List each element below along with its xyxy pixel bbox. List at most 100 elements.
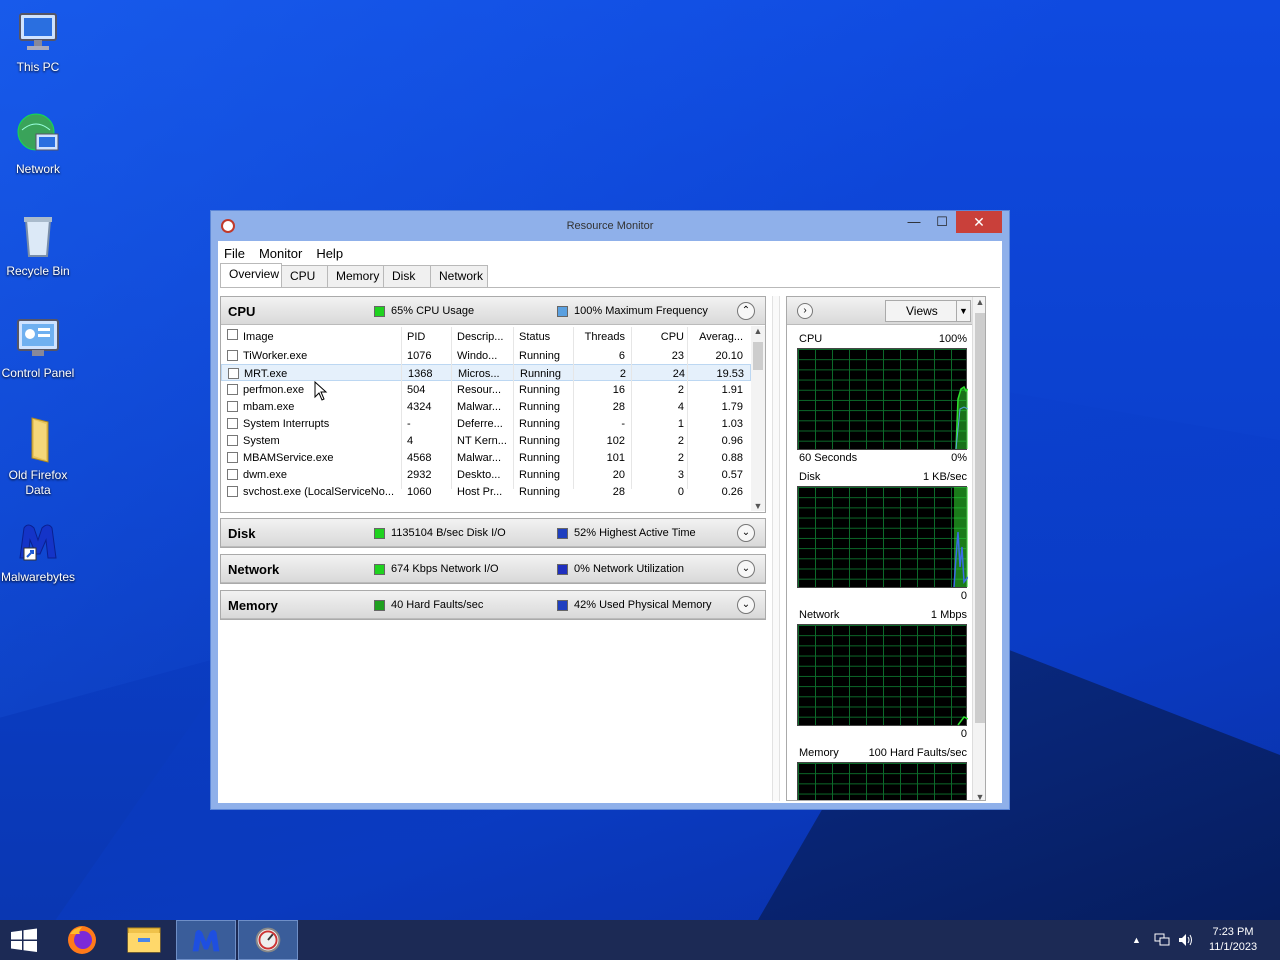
table-row[interactable]: dwm.exe 2932 Deskto... Running 20 3 0.57 (221, 466, 751, 483)
desktop-icon-this-pc[interactable]: This PC (0, 8, 76, 75)
folder-icon (14, 416, 62, 464)
process-checkbox[interactable] (227, 384, 238, 395)
title-bar[interactable]: Resource Monitor — ☐ ✕ (211, 211, 1009, 241)
process-cpu: 2 (677, 384, 684, 396)
process-table-scrollbar[interactable]: ▲ ▼ (751, 326, 765, 511)
table-row[interactable]: MBAMService.exe 4568 Malwar... Running 101 2 0… (221, 449, 751, 466)
expand-chevron-icon[interactable]: ⌄ (737, 560, 755, 578)
minimize-button[interactable]: — (901, 211, 927, 233)
column-header-average-cpu[interactable]: Averag... (691, 331, 743, 343)
process-cpu: 2 (677, 452, 684, 464)
process-image-name: System Interrupts (243, 418, 330, 430)
process-image-name: MRT.exe (244, 368, 288, 380)
dropdown-arrow-icon[interactable]: ▼ (956, 301, 970, 321)
table-row[interactable]: mbam.exe 4324 Malwar... Running 28 4 1.79 (221, 398, 751, 415)
process-description: Resour... (457, 384, 502, 396)
taskbar-firefox[interactable] (52, 920, 112, 960)
process-status: Running (519, 469, 560, 481)
table-row[interactable]: MRT.exe 1368 Micros... Running 2 24 19.53 (221, 364, 751, 381)
process-average-cpu: 0.96 (721, 435, 743, 447)
desktop-icon-malwarebytes[interactable]: Malwarebytes (0, 518, 76, 585)
legend-swatch (374, 563, 385, 575)
process-checkbox[interactable] (227, 469, 238, 480)
recycle-bin-icon (14, 212, 62, 260)
chevron-right-icon[interactable]: › (797, 303, 813, 319)
column-header-pid[interactable]: PID (407, 331, 447, 343)
column-header-cpu[interactable]: CPU (641, 331, 684, 343)
memory-section-header[interactable]: Memory 40 Hard Faults/sec 42% Used Physi… (221, 591, 765, 619)
process-checkbox[interactable] (227, 435, 238, 446)
table-row[interactable]: System 4 NT Kern... Running 102 2 0.96 (221, 432, 751, 449)
process-checkbox[interactable] (227, 401, 238, 412)
network-io-metric: 674 Kbps Network I/O (391, 563, 499, 575)
column-header-description[interactable]: Descrip... (457, 331, 512, 343)
views-dropdown[interactable]: Views ▼ (885, 300, 971, 322)
graphs-scrollbar[interactable]: ▲ ▼ (972, 297, 985, 800)
process-threads: 28 (612, 486, 625, 498)
panel-splitter[interactable] (771, 296, 781, 801)
clock[interactable]: 7:23 PM 11/1/2023 (1203, 925, 1263, 955)
desktop-icon-control-panel[interactable]: Control Panel (0, 314, 76, 381)
show-hidden-icons-icon[interactable]: ▲ (1132, 935, 1141, 945)
tab-disk[interactable]: Disk (383, 265, 431, 287)
start-button[interactable] (0, 920, 48, 960)
tab-memory[interactable]: Memory (327, 265, 384, 287)
tab-overview[interactable]: Overview (220, 263, 282, 287)
legend-swatch (557, 305, 568, 317)
table-row[interactable]: System Interrupts - Deferre... Running - 1 1.0… (221, 415, 751, 432)
taskbar-malwarebytes[interactable] (176, 920, 236, 960)
table-row[interactable]: TiWorker.exe 1076 Windo... Running 6 23 20.10 (221, 347, 751, 364)
process-checkbox[interactable] (227, 486, 238, 497)
process-status: Running (519, 452, 560, 464)
table-row[interactable]: svchost.exe (LocalServiceNo... 1060 Host P… (221, 483, 751, 500)
process-description: NT Kern... (457, 435, 507, 447)
malwarebytes-icon (14, 518, 62, 566)
process-cpu: 2 (677, 435, 684, 447)
table-row[interactable]: perfmon.exe 504 Resour... Running 16 2 1.91 (221, 381, 751, 398)
menu-monitor[interactable]: Monitor (259, 246, 310, 261)
expand-chevron-icon[interactable]: ⌄ (737, 596, 755, 614)
scrollbar-thumb[interactable] (753, 342, 763, 370)
scroll-up-arrow-icon[interactable]: ▲ (973, 297, 985, 307)
tab-network[interactable]: Network (430, 265, 488, 287)
clock-date: 11/1/2023 (1208, 941, 1258, 953)
process-checkbox[interactable] (227, 452, 238, 463)
process-description: Micros... (458, 368, 500, 380)
network-section-header[interactable]: Network 674 Kbps Network I/O 0% Network … (221, 555, 765, 583)
cpu-section-header[interactable]: CPU 65% CPU Usage 100% Maximum Frequency… (221, 297, 765, 325)
process-pid: 4324 (407, 401, 432, 413)
disk-section: Disk 1135104 B/sec Disk I/O 52% Highest … (220, 518, 766, 548)
desktop-icon-label: Malwarebytes (0, 570, 76, 584)
tab-cpu[interactable]: CPU (281, 265, 328, 287)
desktop-icon-recycle-bin[interactable]: Recycle Bin (0, 212, 76, 279)
menu-help[interactable]: Help (316, 246, 351, 261)
process-checkbox[interactable] (227, 418, 238, 429)
process-image-name: mbam.exe (243, 401, 295, 413)
maximize-button[interactable]: ☐ (929, 211, 955, 233)
column-header-status[interactable]: Status (519, 331, 579, 343)
select-all-checkbox[interactable] (227, 329, 238, 340)
taskbar-resource-monitor[interactable] (238, 920, 298, 960)
volume-icon[interactable] (1178, 933, 1194, 950)
process-checkbox[interactable] (228, 368, 239, 379)
close-button[interactable]: ✕ (956, 211, 1002, 233)
column-header-threads[interactable]: Threads (571, 331, 625, 343)
scroll-down-arrow-icon[interactable]: ▼ (751, 501, 765, 511)
desktop-icon-old-firefox-data[interactable]: Old Firefox Data (0, 416, 76, 498)
taskbar-file-explorer[interactable] (114, 920, 174, 960)
collapse-chevron-icon[interactable]: ⌃ (737, 302, 755, 320)
menu-file[interactable]: File (224, 246, 253, 261)
expand-chevron-icon[interactable]: ⌄ (737, 524, 755, 542)
disk-section-header[interactable]: Disk 1135104 B/sec Disk I/O 52% Highest … (221, 519, 765, 547)
column-header-image[interactable]: Image (243, 331, 398, 343)
process-checkbox[interactable] (227, 350, 238, 361)
scrollbar-thumb[interactable] (975, 313, 985, 723)
network-status-icon[interactable] (1154, 933, 1170, 950)
window-title: Resource Monitor (566, 220, 654, 232)
scroll-down-arrow-icon[interactable]: ▼ (973, 792, 985, 800)
scroll-up-arrow-icon[interactable]: ▲ (751, 326, 765, 336)
desktop-icon-label: Old Firefox Data (8, 468, 68, 497)
section-title: Memory (228, 598, 278, 613)
desktop-icon-network[interactable]: Network (0, 110, 76, 177)
desktop-icon-label: Network (15, 162, 60, 176)
